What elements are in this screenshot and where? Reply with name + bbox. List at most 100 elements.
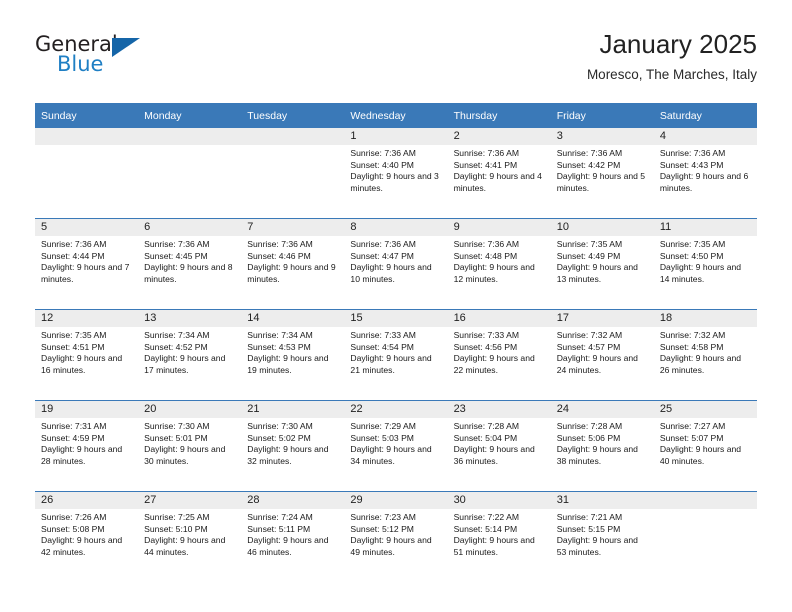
calendar-day-cell[interactable]: 19 Sunrise: 7:31 AM Sunset: 4:59 PM Dayligh…	[35, 400, 139, 492]
calendar-day-cell[interactable]: 14 Sunrise: 7:34 AM Sunset: 4:53 PM Dayligh…	[241, 309, 345, 401]
sunset-text: Sunset: 4:50 PM	[659, 250, 724, 261]
sunrise-text: Sunrise: 7:36 AM	[659, 148, 726, 158]
daylight-text: Daylight: 9 hours and 19 minutes.	[247, 353, 329, 375]
calendar-week-row: 19 Sunrise: 7:31 AM Sunset: 4:59 PM Dayligh…	[35, 400, 757, 492]
calendar-day-cell[interactable]: 29 Sunrise: 7:23 AM Sunset: 5:12 PM Dayligh…	[344, 491, 448, 582]
day-cell-inner	[138, 128, 242, 218]
daylight-text: Daylight: 9 hours and 53 minutes.	[556, 535, 638, 557]
daylight-text: Daylight: 9 hours and 3 minutes.	[350, 171, 439, 193]
sunset-text: Sunset: 4:49 PM	[556, 250, 621, 261]
day-details: Sunrise: 7:36 AM Sunset: 4:43 PM Daylight:…	[654, 145, 757, 194]
day-details: Sunrise: 7:36 AM Sunset: 4:47 PM Daylight:…	[344, 236, 447, 285]
calendar-day-cell[interactable]: 9 Sunrise: 7:36 AM Sunset: 4:48 PM Daylight…	[447, 218, 551, 310]
day-cell-inner: 7 Sunrise: 7:36 AM Sunset: 4:46 PM Daylight…	[241, 219, 345, 309]
weekday-header-row: Sunday Monday Tuesday Wednesday Thursday…	[35, 103, 757, 128]
calendar-day-cell[interactable]: 23 Sunrise: 7:28 AM Sunset: 5:04 PM Dayligh…	[447, 400, 551, 492]
calendar-day-cell[interactable]: 2 Sunrise: 7:36 AM Sunset: 4:41 PM Daylight…	[447, 128, 551, 219]
weekday-header-monday: Monday	[138, 103, 242, 128]
sunrise-text: Sunrise: 7:34 AM	[247, 330, 313, 340]
calendar-day-cell[interactable]: 28 Sunrise: 7:24 AM Sunset: 5:11 PM Dayligh…	[241, 491, 345, 582]
weekday-header-tuesday: Tuesday	[241, 103, 345, 128]
calendar-day-cell[interactable]: 15 Sunrise: 7:33 AM Sunset: 4:54 PM Dayligh…	[344, 309, 448, 401]
calendar-day-cell[interactable]: 31 Sunrise: 7:21 AM Sunset: 5:15 PM Dayligh…	[550, 491, 654, 582]
day-number: 8	[344, 219, 448, 236]
day-number: 7	[241, 219, 345, 236]
sunset-text: Sunset: 4:54 PM	[350, 341, 414, 352]
calendar-day-cell[interactable]: 22 Sunrise: 7:29 AM Sunset: 5:03 PM Dayligh…	[344, 400, 448, 492]
calendar-week-row: 5 Sunrise: 7:36 AM Sunset: 4:44 PM Daylight…	[35, 218, 757, 310]
sunset-text: Sunset: 4:45 PM	[144, 250, 208, 261]
day-cell-inner: 24 Sunrise: 7:28 AM Sunset: 5:06 PM Dayligh…	[550, 401, 654, 491]
sunset-text: Sunset: 5:11 PM	[247, 523, 311, 534]
day-details: Sunrise: 7:33 AM Sunset: 4:56 PM Daylight:…	[448, 327, 551, 376]
calendar-cell-empty	[241, 128, 345, 219]
day-cell-inner: 15 Sunrise: 7:33 AM Sunset: 4:54 PM Dayligh…	[344, 310, 448, 400]
sunrise-text: Sunrise: 7:36 AM	[41, 239, 107, 249]
day-number: 20	[138, 401, 242, 418]
calendar-day-cell[interactable]: 20 Sunrise: 7:30 AM Sunset: 5:01 PM Dayligh…	[138, 400, 242, 492]
calendar-day-cell[interactable]: 30 Sunrise: 7:22 AM Sunset: 5:14 PM Dayligh…	[447, 491, 551, 582]
day-cell-inner: 25 Sunrise: 7:27 AM Sunset: 5:07 PM Dayligh…	[653, 401, 757, 491]
calendar-day-cell[interactable]: 12 Sunrise: 7:35 AM Sunset: 4:51 PM Dayligh…	[35, 309, 139, 401]
calendar-day-cell[interactable]: 11 Sunrise: 7:35 AM Sunset: 4:50 PM Dayligh…	[653, 218, 757, 310]
day-details: Sunrise: 7:35 AM Sunset: 4:51 PM Daylight:…	[35, 327, 138, 376]
calendar-day-cell[interactable]: 18 Sunrise: 7:32 AM Sunset: 4:58 PM Dayligh…	[653, 309, 757, 401]
calendar-day-cell[interactable]: 24 Sunrise: 7:28 AM Sunset: 5:06 PM Dayligh…	[550, 400, 654, 492]
day-details: Sunrise: 7:36 AM Sunset: 4:46 PM Daylight:…	[241, 236, 344, 285]
calendar-day-cell[interactable]: 5 Sunrise: 7:36 AM Sunset: 4:44 PM Daylight…	[35, 218, 139, 310]
daylight-text: Daylight: 9 hours and 7 minutes.	[41, 262, 130, 284]
daylight-text: Daylight: 9 hours and 38 minutes.	[556, 444, 638, 466]
brand-logo[interactable]: General Blue	[35, 32, 235, 88]
day-cell-inner: 10 Sunrise: 7:35 AM Sunset: 4:49 PM Dayligh…	[550, 219, 654, 309]
sunset-text: Sunset: 5:04 PM	[453, 432, 518, 443]
day-number: 21	[241, 401, 345, 418]
day-details: Sunrise: 7:27 AM Sunset: 5:07 PM Daylight:…	[654, 418, 757, 467]
day-cell-inner: 22 Sunrise: 7:29 AM Sunset: 5:03 PM Dayligh…	[344, 401, 448, 491]
daylight-text: Daylight: 9 hours and 22 minutes.	[453, 353, 535, 375]
day-cell-inner: 18 Sunrise: 7:32 AM Sunset: 4:58 PM Dayligh…	[653, 310, 757, 400]
calendar-page: General Blue January 2025 Moresco, The M…	[0, 0, 792, 612]
calendar-day-cell[interactable]: 13 Sunrise: 7:34 AM Sunset: 4:52 PM Dayligh…	[138, 309, 242, 401]
daylight-text: Daylight: 9 hours and 4 minutes.	[453, 171, 542, 193]
calendar-day-cell[interactable]: 27 Sunrise: 7:25 AM Sunset: 5:10 PM Dayligh…	[138, 491, 242, 582]
calendar-day-cell[interactable]: 4 Sunrise: 7:36 AM Sunset: 4:43 PM Daylight…	[653, 128, 757, 219]
calendar-day-cell[interactable]: 26 Sunrise: 7:26 AM Sunset: 5:08 PM Dayligh…	[35, 491, 139, 582]
day-number: 23	[447, 401, 551, 418]
day-number	[138, 128, 242, 145]
sunset-text: Sunset: 5:14 PM	[453, 523, 518, 534]
daylight-text: Daylight: 9 hours and 32 minutes.	[247, 444, 329, 466]
day-cell-inner: 9 Sunrise: 7:36 AM Sunset: 4:48 PM Daylight…	[447, 219, 551, 309]
weekday-header-wednesday: Wednesday	[344, 103, 448, 128]
sunrise-text: Sunrise: 7:36 AM	[144, 239, 210, 249]
calendar-day-cell[interactable]: 8 Sunrise: 7:36 AM Sunset: 4:47 PM Daylight…	[344, 218, 448, 310]
calendar-day-cell[interactable]: 6 Sunrise: 7:36 AM Sunset: 4:45 PM Daylight…	[138, 218, 242, 310]
day-number: 10	[550, 219, 654, 236]
day-details: Sunrise: 7:33 AM Sunset: 4:54 PM Daylight:…	[344, 327, 447, 376]
day-details: Sunrise: 7:28 AM Sunset: 5:06 PM Daylight:…	[551, 418, 654, 467]
calendar-cell-empty	[138, 128, 242, 219]
calendar-day-cell[interactable]: 17 Sunrise: 7:32 AM Sunset: 4:57 PM Dayligh…	[550, 309, 654, 401]
day-number: 31	[550, 492, 654, 509]
calendar-day-cell[interactable]: 21 Sunrise: 7:30 AM Sunset: 5:02 PM Dayligh…	[241, 400, 345, 492]
daylight-text: Daylight: 9 hours and 8 minutes.	[144, 262, 233, 284]
day-cell-inner	[35, 128, 139, 218]
day-details: Sunrise: 7:36 AM Sunset: 4:40 PM Daylight:…	[344, 145, 447, 194]
day-cell-inner: 26 Sunrise: 7:26 AM Sunset: 5:08 PM Dayligh…	[35, 492, 139, 582]
calendar-week-row: 12 Sunrise: 7:35 AM Sunset: 4:51 PM Dayligh…	[35, 309, 757, 401]
calendar-cell-empty	[653, 491, 757, 582]
day-number: 30	[447, 492, 551, 509]
calendar-day-cell[interactable]: 7 Sunrise: 7:36 AM Sunset: 4:46 PM Daylight…	[241, 218, 345, 310]
sunrise-text: Sunrise: 7:33 AM	[350, 330, 416, 340]
daylight-text: Daylight: 9 hours and 14 minutes.	[659, 262, 742, 284]
day-details: Sunrise: 7:35 AM Sunset: 4:50 PM Daylight:…	[654, 236, 757, 285]
calendar-day-cell[interactable]: 25 Sunrise: 7:27 AM Sunset: 5:07 PM Dayligh…	[653, 400, 757, 492]
weekday-header-friday: Friday	[550, 103, 654, 128]
sunset-text: Sunset: 4:42 PM	[556, 159, 621, 170]
calendar-day-cell[interactable]: 1 Sunrise: 7:36 AM Sunset: 4:40 PM Daylight…	[344, 128, 448, 219]
calendar-day-cell[interactable]: 10 Sunrise: 7:35 AM Sunset: 4:49 PM Dayligh…	[550, 218, 654, 310]
day-number: 28	[241, 492, 345, 509]
day-cell-inner	[241, 128, 345, 218]
calendar-day-cell[interactable]: 3 Sunrise: 7:36 AM Sunset: 4:42 PM Daylight…	[550, 128, 654, 219]
calendar-day-cell[interactable]: 16 Sunrise: 7:33 AM Sunset: 4:56 PM Dayligh…	[447, 309, 551, 401]
day-cell-inner: 13 Sunrise: 7:34 AM Sunset: 4:52 PM Dayligh…	[138, 310, 242, 400]
